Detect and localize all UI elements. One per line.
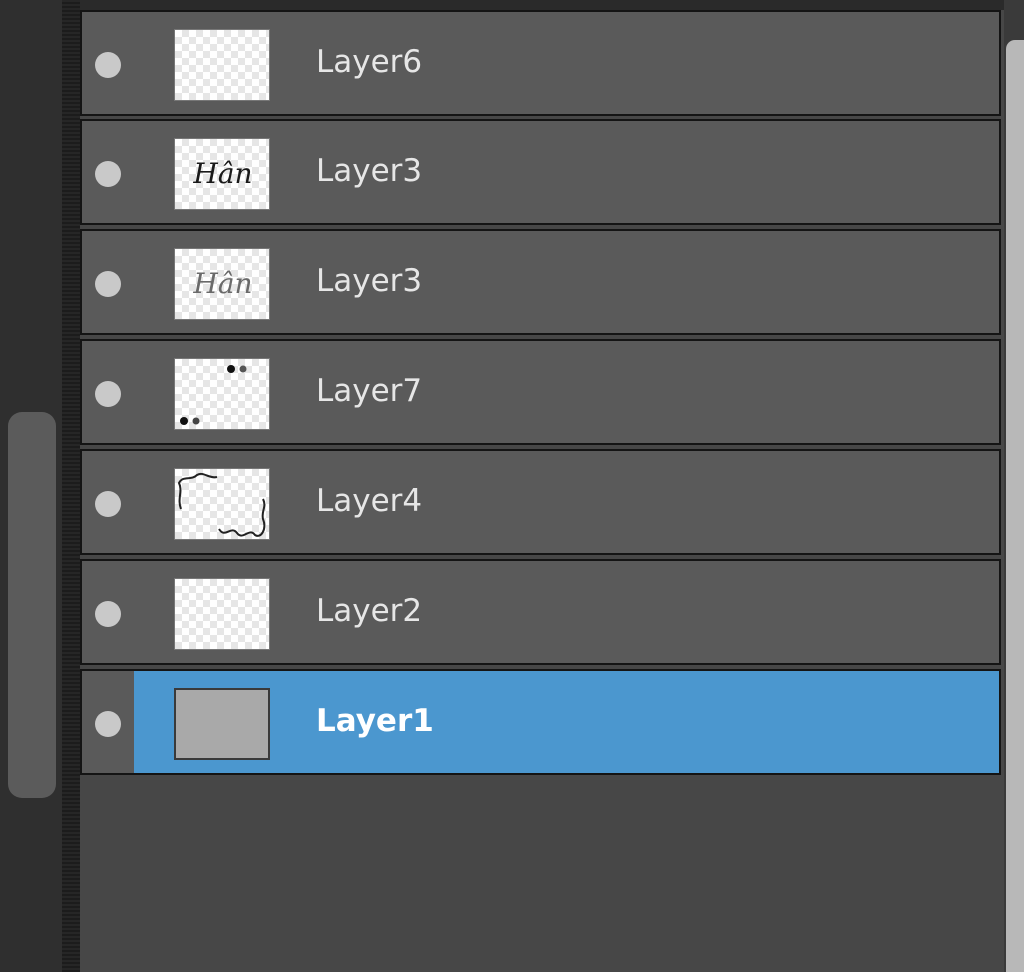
- thumbnail-handwriting: Hân: [192, 267, 252, 300]
- visibility-dot-icon[interactable]: [95, 381, 121, 407]
- layers-window: Layer6 Hân Layer3 Hân Layer3 Layer7 Laye…: [0, 0, 1024, 972]
- visibility-dot-icon[interactable]: [95, 161, 121, 187]
- layer-thumbnail: [174, 468, 270, 540]
- visibility-dot-icon[interactable]: [95, 711, 121, 737]
- layer-row-layer1[interactable]: Layer1: [80, 669, 1001, 775]
- layer-name: Layer3: [316, 263, 423, 299]
- visibility-dot-icon[interactable]: [95, 271, 121, 297]
- panel-splitter[interactable]: [62, 0, 80, 972]
- layer-row-layer4[interactable]: Layer4: [80, 449, 1001, 555]
- panel-top-edge: [80, 0, 1004, 10]
- layer-thumbnail: [174, 29, 270, 101]
- layer-row-layer2[interactable]: Layer2: [80, 559, 1001, 665]
- visibility-dot-icon[interactable]: [95, 52, 121, 78]
- thumbnail-handwriting: Hân: [192, 157, 252, 190]
- layer-thumbnail: [174, 578, 270, 650]
- layer-name: Layer2: [316, 593, 423, 629]
- visibility-dot-icon[interactable]: [95, 491, 121, 517]
- layer-thumbnail: Hân: [174, 138, 270, 210]
- layer-name: Layer1: [316, 703, 434, 739]
- layer-name: Layer6: [316, 44, 423, 80]
- layer-thumbnail: [174, 688, 270, 760]
- layer-row-layer7[interactable]: Layer7: [80, 339, 1001, 445]
- layer-row-layer3[interactable]: Hân Layer3: [80, 119, 1001, 225]
- visibility-dot-icon[interactable]: [95, 601, 121, 627]
- layer-name: Layer7: [316, 373, 423, 409]
- layer-thumbnail: [174, 358, 270, 430]
- layer-name: Layer4: [316, 483, 423, 519]
- right-scrollbar-thumb[interactable]: [1006, 40, 1024, 972]
- layer-thumbnail: Hân: [174, 248, 270, 320]
- left-scrollbar-thumb[interactable]: [8, 412, 56, 798]
- layer-name: Layer3: [316, 153, 423, 189]
- layer-row-layer6[interactable]: Layer6: [80, 10, 1001, 116]
- layers-panel: Layer6 Hân Layer3 Hân Layer3 Layer7 Laye…: [80, 0, 1004, 972]
- layer-row-layer3-copy[interactable]: Hân Layer3: [80, 229, 1001, 335]
